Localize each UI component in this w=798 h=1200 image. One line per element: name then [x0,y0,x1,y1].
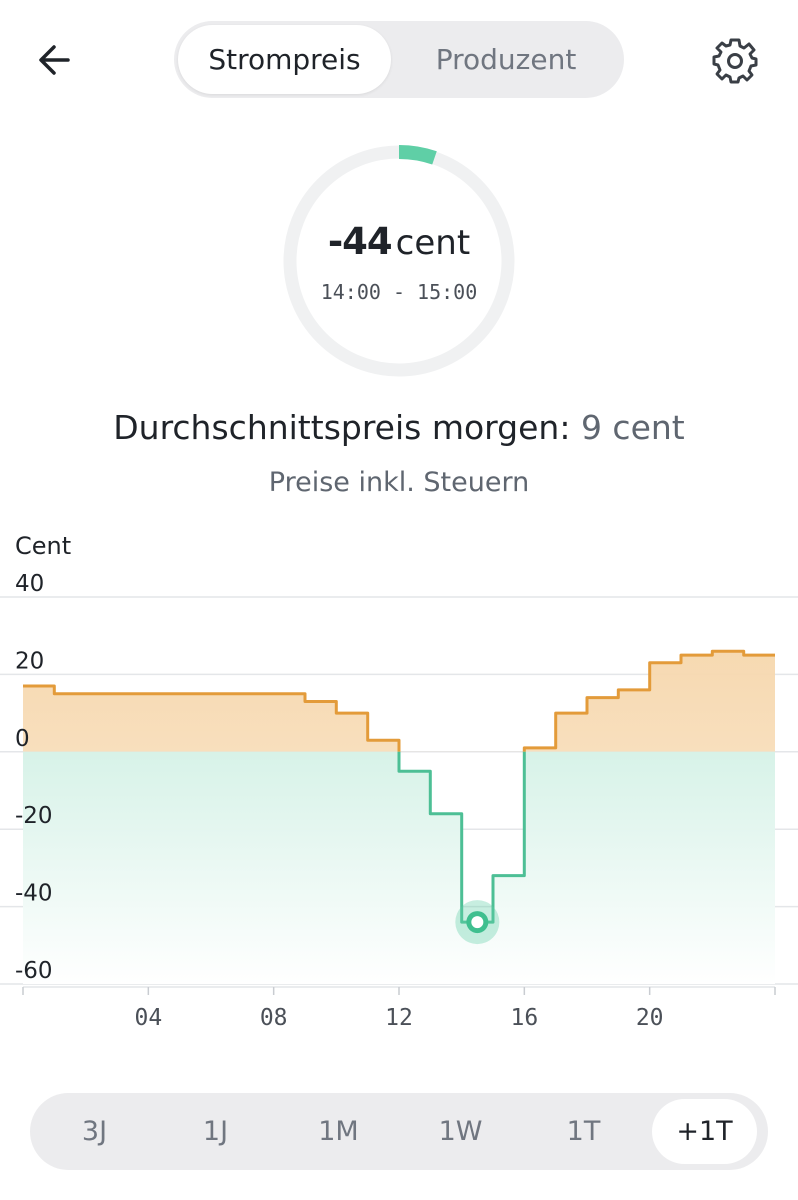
back-button[interactable] [30,38,80,82]
y-tick-label: 40 [15,571,44,597]
arrow-left-icon [39,45,70,75]
x-tick-label: 12 [385,1005,413,1031]
y-tick-label: 20 [15,648,44,674]
range-1m[interactable]: 1M [286,1099,391,1164]
range-1t[interactable]: 1T [531,1099,636,1164]
x-tick-label: 20 [636,1005,664,1031]
x-tick-label: 04 [134,1005,162,1031]
y-axis-label: Cent [15,532,71,560]
range-1j[interactable]: 1J [163,1099,268,1164]
range-3j[interactable]: 3J [42,1099,147,1164]
tax-note: Preise inkl. Steuern [268,467,530,498]
range-1w[interactable]: 1W [408,1099,513,1164]
y-tick-label: 0 [15,726,30,752]
x-tick-label: 16 [510,1005,538,1031]
y-tick-label: -20 [15,803,53,829]
x-tick-label: 08 [260,1005,288,1031]
current-price: -44 cent [283,220,515,263]
price-producer-toggle: Strompreis Produzent [174,21,624,98]
current-price-value: -44 [327,220,393,263]
settings-button[interactable] [708,34,762,88]
average-price-label: Durchschnittspreis morgen: [113,408,571,447]
y-tick-label: -40 [15,881,53,907]
y-tick-label: -60 [15,958,53,984]
current-price-unit: cent [395,223,471,263]
price-gauge-arc [398,145,437,165]
average-price-value: 9 cent [580,408,685,447]
selected-point-center [471,916,484,929]
current-time-range: 14:00 - 15:00 [320,280,478,304]
price-chart[interactable]: Cent 40 20 0 -20 -40 -60 04 08 12 16 20 [0,520,798,1050]
tab-produzent[interactable]: Produzent [392,25,620,94]
time-range-selector: 3J 1J 1M 1W 1T +1T [30,1093,768,1170]
tab-strompreis[interactable]: Strompreis [178,25,391,94]
gear-icon [712,38,758,84]
range-plus-1t[interactable]: +1T [652,1099,757,1164]
average-price: Durchschnittspreis morgen: 9 cent [0,408,798,447]
